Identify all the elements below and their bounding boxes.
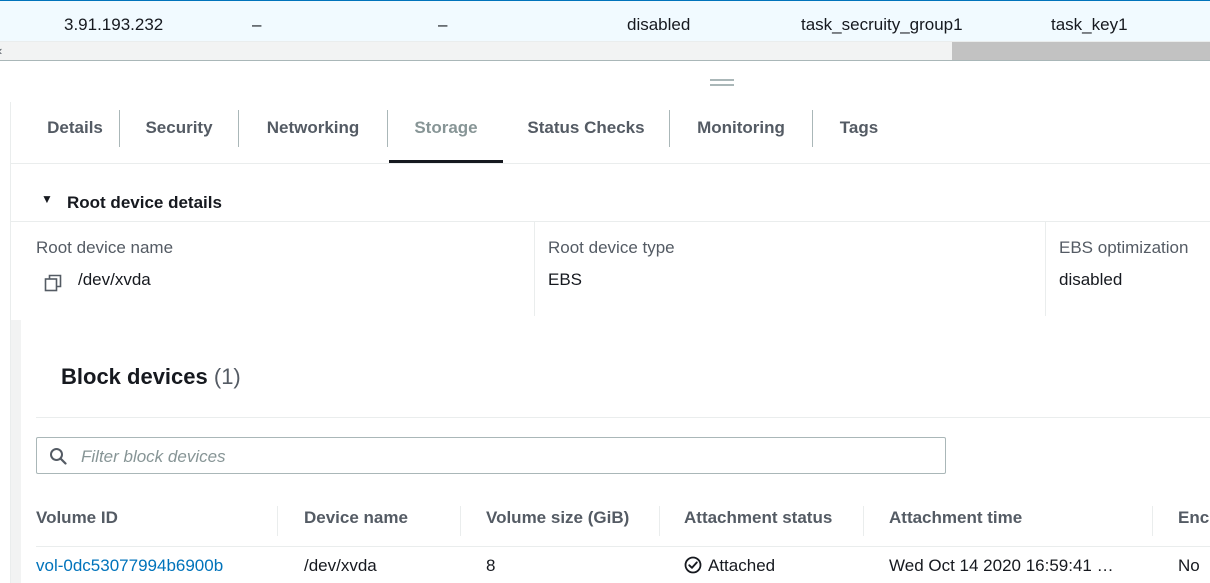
scroll-left-icon[interactable]: ‹ [0,43,2,58]
column-resizer[interactable] [460,506,461,536]
instance-row[interactable]: 3.91.193.232 – – disabled task_secruity_… [0,0,1210,42]
tab-divider [387,110,388,147]
filter-input[interactable] [79,443,933,470]
copy-icon[interactable] [44,274,62,292]
block-devices-count: (1) [213,364,241,389]
root-device-type-value: EBS [548,270,583,289]
column-resizer[interactable] [863,506,864,536]
encrypted-cell: No [1178,556,1200,575]
column-resizer[interactable] [659,506,660,536]
public-ip: 3.91.193.232 [64,15,164,34]
security-group: task_secruity_group1 [801,15,963,34]
col-header-encrypted[interactable]: Encr [1178,508,1210,528]
tab-status-checks[interactable]: Status Checks [503,102,669,163]
col-header-volume-id[interactable]: Volume ID [36,508,118,528]
column-divider [534,222,535,316]
volume-id-link[interactable]: vol-0dc53077994b6900b [36,556,223,576]
header-divider [36,417,1210,418]
tab-details[interactable]: Details [21,102,129,163]
tab-bar: Details Security Networking Storage Stat… [11,102,1210,164]
block-devices-card: Block devices (1) Volume ID Device name … [21,320,1210,583]
tab-networking[interactable]: Networking [239,102,387,163]
col-header-device-name[interactable]: Device name [304,508,408,528]
column-resizer[interactable] [1152,506,1153,536]
root-device-type-field: Root device type EBS [548,222,1043,320]
block-devices-heading: Block devices [61,364,208,389]
volume-size-cell: 8 [486,556,496,575]
column-resizer[interactable] [277,506,278,536]
ebs-optimization-label: EBS optimization [1059,238,1189,257]
caret-down-icon[interactable]: ▼ [41,192,53,206]
horizontal-scrollbar[interactable]: ‹ [0,42,1210,61]
root-device-name-value: /dev/xvda [78,270,151,289]
attachment-time-cell: Wed Oct 14 2020 16:59:41 … [889,556,1114,575]
instance-details-panel: Details Security Networking Storage Stat… [10,102,1210,583]
check-circle-icon [684,556,702,574]
ebs-optimization-field: EBS optimization disabled [1059,222,1210,320]
root-device-type-label: Root device type [548,238,675,257]
tab-tags[interactable]: Tags [813,102,905,163]
tab-storage[interactable]: Storage [389,102,503,163]
search-icon [50,448,67,465]
monitoring-status: disabled [627,15,691,34]
cell-dash-2: – [438,15,448,34]
tab-monitoring[interactable]: Monitoring [670,102,812,163]
attachment-status-cell: Attached [684,556,775,576]
col-header-attachment-status[interactable]: Attachment status [684,508,832,528]
filter-block-devices[interactable] [36,437,946,474]
attachment-status-text: Attached [708,556,776,575]
col-header-attachment-time[interactable]: Attachment time [889,508,1022,528]
block-devices-title: Block devices (1) [61,364,241,390]
table-header-line [36,546,1210,547]
ebs-optimization-value: disabled [1059,270,1123,289]
root-device-header[interactable]: ▼ Root device details [11,180,1210,222]
block-devices-section: Block devices (1) Volume ID Device name … [11,320,1210,583]
root-device-section: ▼ Root device details Root device name /… [11,164,1210,320]
tab-security[interactable]: Security [120,102,238,163]
key-name: task_key1 [1051,15,1128,34]
col-header-volume-size[interactable]: Volume size (GiB) [486,508,629,528]
drag-handle-icon[interactable] [710,79,734,86]
root-device-name-field: Root device name /dev/xvda [36,222,531,320]
root-device-title: Root device details [67,193,222,212]
column-divider [1045,222,1046,316]
device-name-cell: /dev/xvda [304,556,377,575]
panel-splitter[interactable] [0,62,1210,102]
cell-dash-1: – [252,15,262,34]
root-device-name-label: Root device name [36,238,174,257]
scrollbar-thumb[interactable] [952,42,1210,60]
